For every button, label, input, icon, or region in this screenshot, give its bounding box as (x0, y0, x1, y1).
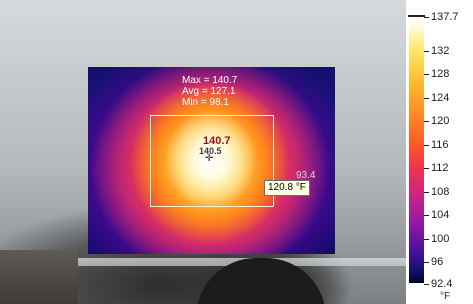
tooltip-value: 120.8 (268, 182, 294, 193)
tick-label: 128 (424, 68, 449, 80)
scale-level-marker[interactable] (408, 15, 425, 17)
tick-label: 116 (424, 139, 449, 151)
background-shadow (0, 250, 78, 304)
tick-label: 108 (424, 186, 449, 198)
scale-ticks: 137.7 132 128 124 120 116 112 108 104 10… (424, 0, 473, 304)
tick-label: 104 (424, 209, 449, 221)
avg-label: Avg = 127.1 (182, 86, 236, 97)
crosshair-icon[interactable]: ✛ (205, 154, 213, 164)
tick-label: 112 (424, 162, 449, 174)
tooltip-unit: °F (295, 182, 306, 193)
tick-label: 137.7 (424, 11, 459, 23)
scale-unit: °F (440, 291, 451, 302)
max-label: Max = 140.7 (182, 75, 238, 86)
temperature-tooltip: 120.8 °F (264, 180, 310, 196)
tick-label: 124 (424, 92, 449, 104)
tick-label: 92.4 (424, 278, 452, 290)
min-label: Min = 98.1 (182, 97, 229, 108)
tick-label: 100 (424, 233, 449, 245)
color-scale-bar[interactable] (409, 13, 424, 283)
camera-viewport[interactable]: Max = 140.7 Avg = 127.1 Min = 98.1 140.7… (0, 0, 406, 304)
stats-overlay: Max = 140.7 Avg = 127.1 Min = 98.1 (182, 75, 237, 108)
tick-label: 120 (424, 115, 449, 127)
tick-label: 96 (424, 256, 443, 268)
tick-label: 132 (424, 45, 449, 57)
